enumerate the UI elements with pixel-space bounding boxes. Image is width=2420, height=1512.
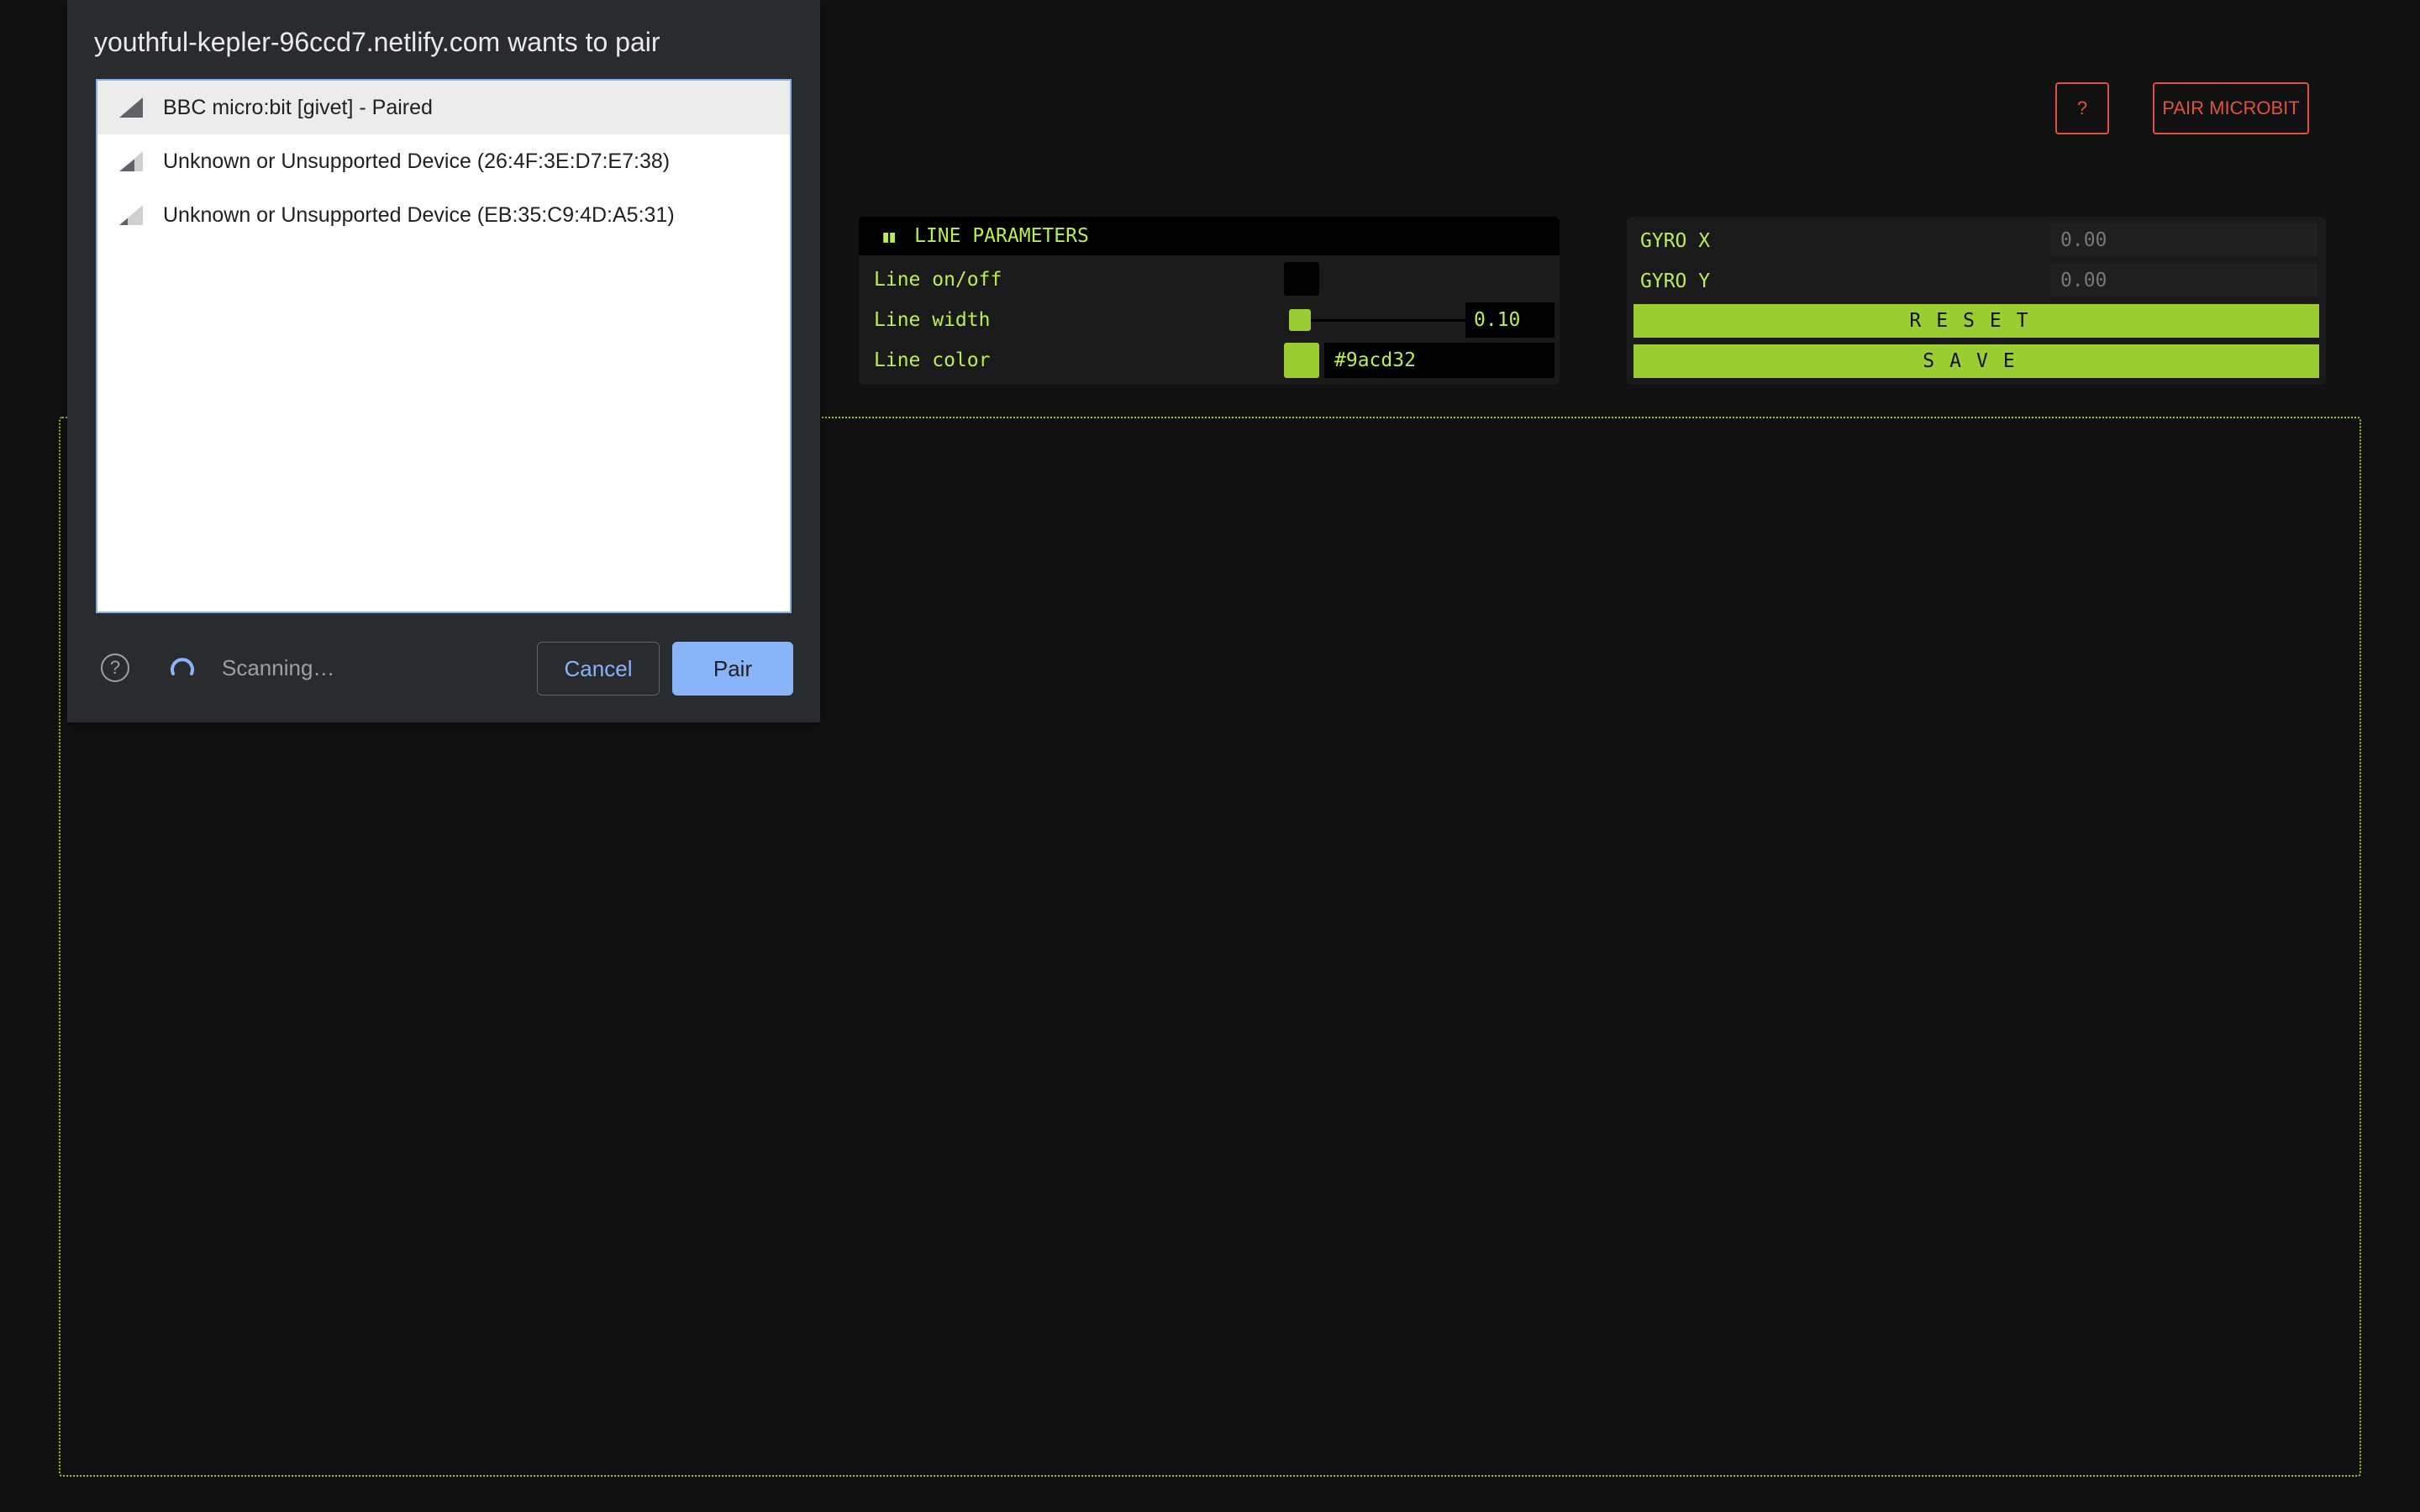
pause-icon: ▮▮ xyxy=(881,226,897,246)
line-parameters-panel: ▮▮ LINE PARAMETERS Line on/off Line widt… xyxy=(859,217,1560,385)
device-label: BBC micro:bit [givet] - Paired xyxy=(163,95,433,119)
pair-button[interactable]: Pair xyxy=(672,642,793,696)
device-item[interactable]: BBC micro:bit [givet] - Paired xyxy=(97,81,790,134)
line-color-swatch[interactable] xyxy=(1284,343,1319,378)
help-button[interactable]: ? xyxy=(2055,82,2109,134)
line-on-off-row: Line on/off xyxy=(859,259,1560,297)
loading-spinner-icon xyxy=(171,658,194,675)
line-width-slider-track[interactable] xyxy=(1292,319,1465,322)
line-color-label: Line color xyxy=(874,349,991,371)
line-on-off-label: Line on/off xyxy=(874,269,1002,291)
line-width-label: Line width xyxy=(874,309,991,331)
line-color-input[interactable]: #9acd32 xyxy=(1324,343,1555,378)
signal-strength-icon xyxy=(119,97,143,118)
gyro-y-label: GYRO Y xyxy=(1640,270,1711,292)
line-width-row: Line width xyxy=(859,299,1560,338)
gyro-x-value[interactable]: 0.00 xyxy=(2050,223,2317,257)
bluetooth-pair-dialog: youthful-kepler-96ccd7.netlify.com wants… xyxy=(67,0,820,722)
gyro-y-value[interactable]: 0.00 xyxy=(2050,264,2317,297)
save-button[interactable]: SAVE xyxy=(1634,344,2319,378)
device-item[interactable]: Unknown or Unsupported Device (EB:35:C9:… xyxy=(97,188,790,242)
device-label: Unknown or Unsupported Device (26:4F:3E:… xyxy=(163,149,671,173)
device-label: Unknown or Unsupported Device (EB:35:C9:… xyxy=(163,202,675,227)
panel-title: LINE PARAMETERS xyxy=(914,225,1089,247)
line-on-off-checkbox[interactable] xyxy=(1284,262,1319,296)
reset-button[interactable]: RESET xyxy=(1634,304,2319,338)
gyro-panel: GYRO X 0.00 GYRO Y 0.00 RESET SAVE xyxy=(1627,217,2326,385)
line-width-value[interactable]: 0.10 xyxy=(1465,302,1555,338)
signal-strength-icon xyxy=(119,205,143,225)
device-list[interactable]: BBC micro:bit [givet] - Paired Unknown o… xyxy=(96,79,792,613)
device-item[interactable]: Unknown or Unsupported Device (26:4F:3E:… xyxy=(97,134,790,188)
help-icon[interactable]: ? xyxy=(101,654,129,682)
scanning-status: Scanning… xyxy=(222,655,335,680)
dialog-title: youthful-kepler-96ccd7.netlify.com wants… xyxy=(94,27,660,57)
cancel-button[interactable]: Cancel xyxy=(537,642,660,696)
gyro-x-label: GYRO X xyxy=(1640,230,1711,252)
line-width-slider-thumb[interactable] xyxy=(1289,309,1311,331)
line-parameters-header[interactable]: ▮▮ LINE PARAMETERS xyxy=(859,217,1560,255)
signal-strength-icon xyxy=(119,151,143,171)
pair-microbit-button[interactable]: PAIR MICROBIT xyxy=(2153,82,2309,134)
